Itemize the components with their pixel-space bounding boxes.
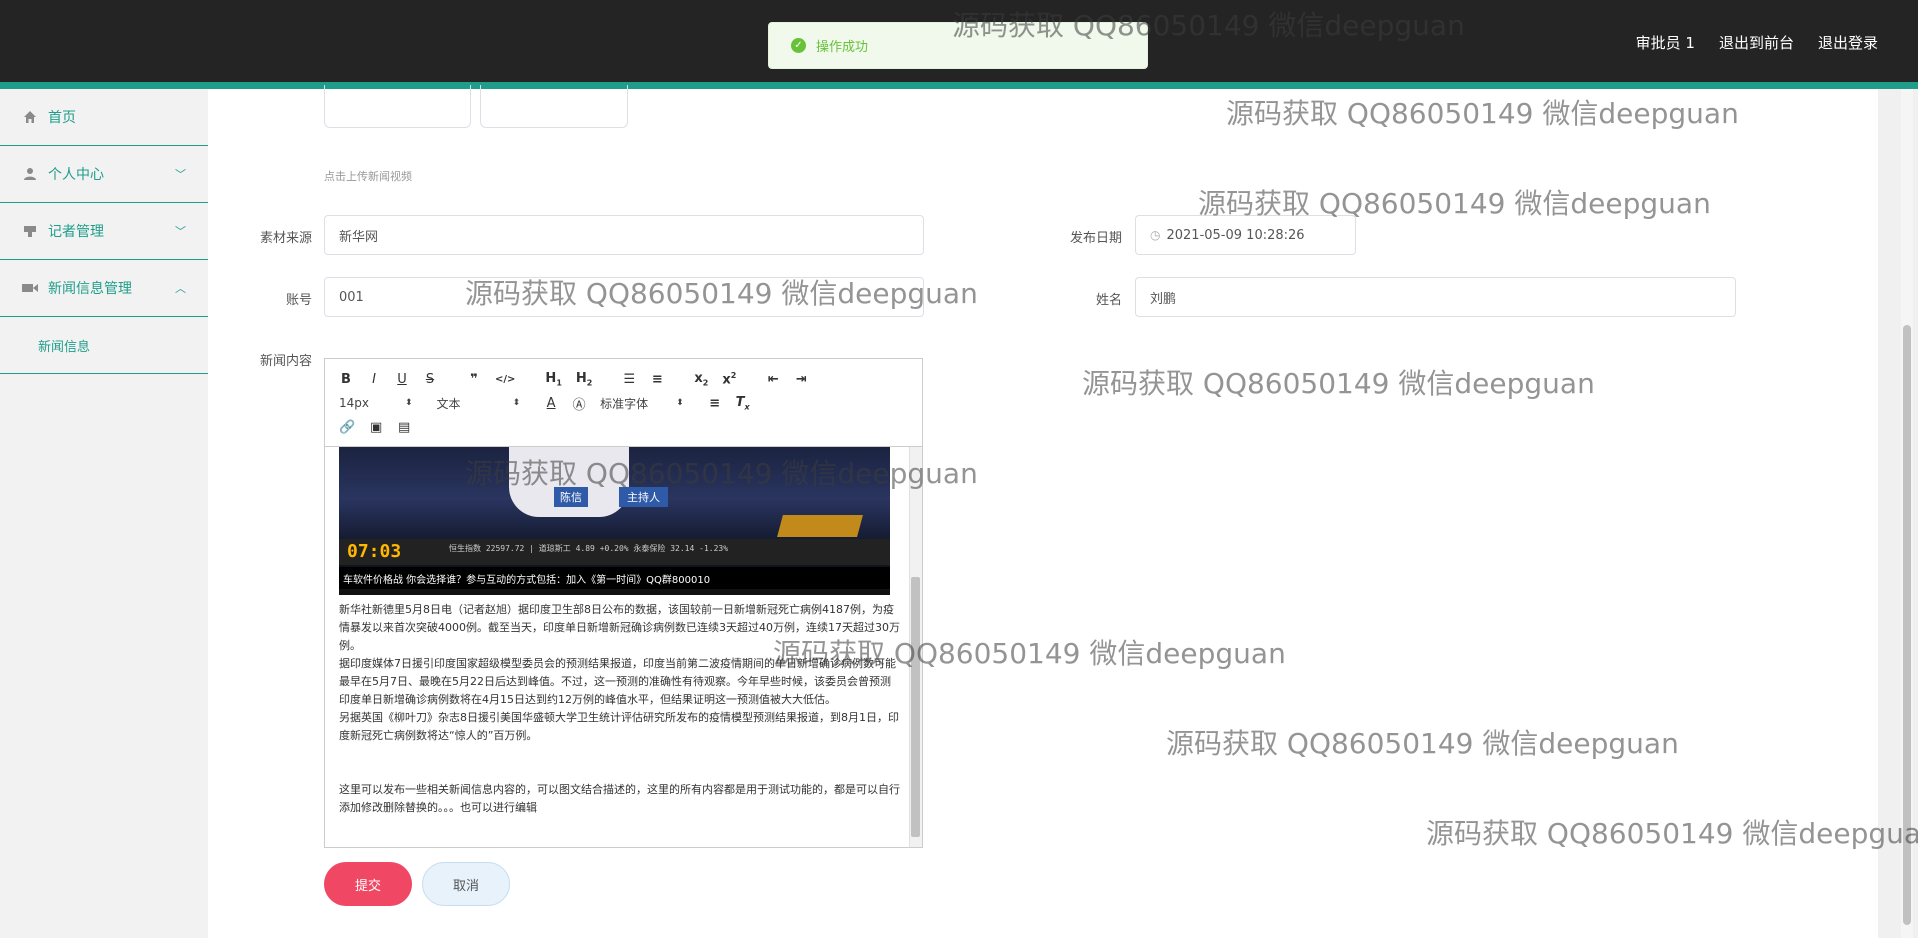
upload-hint: 点击上传新闻视频 bbox=[324, 170, 412, 183]
paragraph: 另据英国《柳叶刀》杂志8日援引美国华盛顿大学卫生统计评估研究所发布的疫情模型预测… bbox=[339, 711, 899, 742]
heading2-button[interactable]: H2 bbox=[576, 371, 592, 388]
font-size-select[interactable]: 14px ⬍ bbox=[339, 396, 413, 410]
sidebar: 首页 个人中心 ﹀ 记者管理 ﹀ 新闻信息管理 ︿ 新闻信息 bbox=[0, 89, 208, 938]
source-field[interactable]: 新华网 bbox=[324, 215, 924, 255]
video-ticker-text: 恒生指数 22597.72 | 道琼斯工 4.89 +0.20% 永泰保险 32… bbox=[449, 544, 729, 553]
clock-icon: ◷ bbox=[1150, 228, 1161, 242]
sidebar-subitem-label: 新闻信息 bbox=[38, 339, 91, 355]
sidebar-item-profile[interactable]: 个人中心 ﹀ bbox=[0, 146, 208, 203]
name-field[interactable]: 刘鹏 bbox=[1135, 277, 1736, 317]
indent-icon[interactable]: ⇥ bbox=[794, 372, 808, 387]
source-label: 素材来源 bbox=[259, 231, 312, 246]
video-channel-logo bbox=[777, 515, 863, 537]
editor-scrollbar-thumb[interactable] bbox=[911, 577, 920, 837]
source-value: 新华网 bbox=[339, 229, 379, 245]
underline-button[interactable]: U bbox=[395, 372, 409, 387]
paragraph: 据印度媒体7日援引印度国家超级模型委员会的预测结果报道，印度当前第二波疫情期间的… bbox=[339, 657, 896, 706]
name-label: 姓名 bbox=[1095, 293, 1122, 308]
account-field[interactable]: 001 bbox=[324, 277, 924, 317]
name-value: 刘鹏 bbox=[1150, 291, 1177, 307]
video-role-tag: 主持人 bbox=[619, 487, 668, 507]
clear-format-icon[interactable]: Tx bbox=[736, 395, 750, 412]
video-name-tag: 陈信 bbox=[554, 487, 588, 507]
image-icon[interactable]: ▣ bbox=[369, 420, 383, 435]
video-clock: 07:03 bbox=[347, 541, 402, 562]
block-type-select[interactable]: 文本 ⬍ bbox=[437, 395, 521, 412]
video-insert-icon[interactable]: ▤ bbox=[397, 420, 411, 435]
top-nav: 审批员 1 退出到前台 退出登录 bbox=[1636, 32, 1878, 53]
subscript-button[interactable]: x2 bbox=[694, 371, 708, 388]
video-icon bbox=[22, 280, 38, 296]
editor-toolbar: B I U S ❞ </> H1 H2 ☰ ≡ x2 x2 ⇤ ⇥ 14px ⬍ … bbox=[325, 359, 922, 447]
background-color-icon[interactable]: Ⓐ bbox=[572, 394, 586, 413]
top-bar-accent bbox=[0, 82, 1918, 89]
date-label: 发布日期 bbox=[1069, 231, 1122, 246]
date-field[interactable]: ◷ 2021-05-09 10:28:26 bbox=[1135, 215, 1356, 255]
sidebar-item-label: 首页 bbox=[48, 110, 76, 126]
align-icon[interactable]: ≡ bbox=[708, 396, 722, 411]
ordered-list-icon[interactable]: ☰ bbox=[622, 372, 636, 387]
bold-button[interactable]: B bbox=[339, 372, 353, 387]
upload-preview-box[interactable] bbox=[324, 85, 471, 128]
success-toast: ✓ 操作成功 bbox=[768, 22, 1148, 69]
sidebar-subitem-news-info[interactable]: 新闻信息 bbox=[0, 317, 208, 374]
font-family-select[interactable]: 标准字体 ⬍ bbox=[600, 395, 684, 412]
account-value: 001 bbox=[339, 289, 364, 305]
sidebar-item-reporters[interactable]: 记者管理 ﹀ bbox=[0, 203, 208, 260]
sidebar-item-label: 个人中心 bbox=[48, 167, 104, 183]
page-scrollbar-thumb[interactable] bbox=[1903, 325, 1911, 925]
link-icon[interactable]: 🔗 bbox=[339, 420, 355, 435]
video-bottom-caption: 车软件价格战 你会选择谁？参与互动的方式包括：加入《第一时间》QQ群800010 bbox=[339, 567, 890, 589]
superscript-button[interactable]: x2 bbox=[722, 371, 736, 387]
account-label: 账号 bbox=[285, 293, 312, 308]
editor-text: 新华社新德里5月8日电（记者赵旭）据印度卫生部8日公布的数据，该国较前一日新增新… bbox=[339, 601, 900, 817]
paragraph: 新华社新德里5月8日电（记者赵旭）据印度卫生部8日公布的数据，该国较前一日新增新… bbox=[339, 603, 900, 652]
submit-button[interactable]: 提交 bbox=[324, 862, 412, 906]
embedded-video[interactable]: 陈信 主持人 07:03 恒生指数 22597.72 | 道琼斯工 4.89 +… bbox=[339, 447, 890, 595]
current-user-link[interactable]: 审批员 1 bbox=[1636, 32, 1695, 53]
cancel-button[interactable]: 取消 bbox=[422, 862, 510, 906]
content-label: 新闻内容 bbox=[259, 354, 312, 369]
paragraph: 这里可以发布一些相关新闻信息内容的，可以图文结合描述的，这里的所有内容都是用于测… bbox=[339, 783, 900, 814]
reporter-icon bbox=[22, 223, 38, 239]
sidebar-item-label: 新闻信息管理 bbox=[48, 281, 132, 297]
chevron-up-icon: ︿ bbox=[175, 282, 186, 295]
sidebar-item-label: 记者管理 bbox=[48, 224, 104, 240]
chevron-down-icon: ﹀ bbox=[175, 168, 186, 181]
date-value: 2021-05-09 10:28:26 bbox=[1166, 227, 1305, 243]
code-block-button[interactable]: </> bbox=[495, 374, 515, 385]
bullet-list-icon[interactable]: ≡ bbox=[650, 372, 664, 387]
sidebar-item-news-management[interactable]: 新闻信息管理 ︿ bbox=[0, 260, 208, 317]
rich-text-editor[interactable]: B I U S ❞ </> H1 H2 ☰ ≡ x2 x2 ⇤ ⇥ 14px ⬍ … bbox=[324, 358, 923, 848]
sidebar-item-home[interactable]: 首页 bbox=[0, 89, 208, 146]
logout-link[interactable]: 退出登录 bbox=[1818, 32, 1878, 53]
blockquote-button[interactable]: ❞ bbox=[467, 372, 481, 387]
heading1-button[interactable]: H1 bbox=[545, 371, 561, 388]
home-icon bbox=[22, 109, 38, 125]
exit-to-front-link[interactable]: 退出到前台 bbox=[1719, 32, 1794, 53]
toast-message: 操作成功 bbox=[816, 40, 869, 55]
strike-button[interactable]: S bbox=[423, 372, 437, 387]
editor-scrollbar[interactable] bbox=[909, 447, 922, 847]
editor-content[interactable]: 陈信 主持人 07:03 恒生指数 22597.72 | 道琼斯工 4.89 +… bbox=[325, 447, 910, 847]
outdent-icon[interactable]: ⇤ bbox=[766, 372, 780, 387]
font-color-icon[interactable]: A bbox=[544, 396, 558, 411]
upload-video-box[interactable] bbox=[480, 85, 628, 128]
check-circle-icon: ✓ bbox=[791, 38, 806, 53]
chevron-down-icon: ﹀ bbox=[175, 225, 186, 238]
italic-button[interactable]: I bbox=[367, 372, 381, 387]
user-icon bbox=[22, 166, 38, 182]
